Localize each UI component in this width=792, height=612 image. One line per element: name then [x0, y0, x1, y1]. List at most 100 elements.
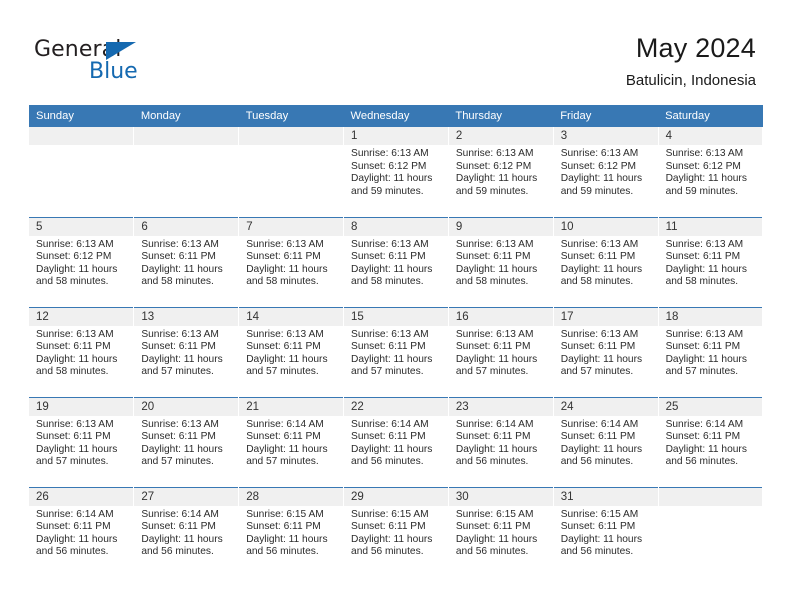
daylight-text-line1: Daylight: 11 hours	[36, 443, 118, 455]
day-number-band	[134, 127, 238, 145]
calendar-cell-day-20[interactable]: 20 Sunrise: 6:13 AM Sunset: 6:11 PM Dayligh…	[133, 396, 240, 487]
calendar-cell-day-15[interactable]: 15 Sunrise: 6:13 AM Sunset: 6:11 PM Dayligh…	[343, 306, 449, 397]
day-details: Sunrise: 6:15 AM Sunset: 6:11 PM Daylight:…	[449, 506, 552, 559]
calendar-cell-day-11[interactable]: 11 Sunrise: 6:13 AM Sunset: 6:11 PM Dayligh…	[658, 216, 764, 307]
sunrise-text: Sunrise: 6:13 AM	[665, 328, 744, 340]
daylight-text-line2: and 58 minutes.	[36, 366, 109, 378]
weekday-header-tuesday: Tuesday	[238, 105, 344, 127]
day-details: Sunrise: 6:13 AM Sunset: 6:11 PM Daylight:…	[29, 326, 133, 379]
daylight-text-line2: and 57 minutes.	[246, 366, 319, 378]
calendar-cell-day-18[interactable]: 18 Sunrise: 6:13 AM Sunset: 6:11 PM Dayligh…	[658, 306, 764, 397]
weekday-header-saturday: Saturday	[658, 105, 763, 127]
calendar-cell-day-25[interactable]: 25 Sunrise: 6:14 AM Sunset: 6:11 PM Dayligh…	[658, 396, 764, 487]
day-number-band	[239, 127, 343, 145]
logo-text-blue: Blue	[89, 59, 138, 84]
page-title: May 2024	[635, 33, 756, 63]
calendar-cell-day-22[interactable]: 22 Sunrise: 6:14 AM Sunset: 6:11 PM Dayligh…	[343, 396, 449, 487]
day-number: 11	[658, 218, 762, 236]
daylight-text-line1: Daylight: 11 hours	[665, 173, 747, 185]
day-details: Sunrise: 6:13 AM Sunset: 6:11 PM Daylight:…	[134, 236, 237, 289]
calendar-cell-day-2[interactable]: 2 Sunrise: 6:13 AM Sunset: 6:12 PM Daylight…	[448, 127, 554, 217]
sunset-text: Sunset: 6:11 PM	[455, 341, 531, 353]
sunset-text: Sunset: 6:12 PM	[36, 251, 112, 263]
sunset-text: Sunset: 6:12 PM	[455, 160, 532, 172]
sunset-text: Sunset: 6:11 PM	[560, 251, 636, 263]
calendar-cell-day-6[interactable]: 6 Sunrise: 6:13 AM Sunset: 6:11 PM Daylight…	[133, 216, 240, 307]
calendar-cell-day-16[interactable]: 16 Sunrise: 6:13 AM Sunset: 6:11 PM Dayligh…	[448, 306, 554, 397]
daylight-text-line1: Daylight: 11 hours	[141, 353, 223, 365]
sunrise-text: Sunrise: 6:13 AM	[141, 418, 219, 430]
cell-inner: 26 Sunrise: 6:14 AM Sunset: 6:11 PM Dayligh…	[29, 488, 133, 577]
day-details: Sunrise: 6:13 AM Sunset: 6:11 PM Daylight:…	[239, 236, 342, 289]
calendar-cell-day-4[interactable]: 4 Sunrise: 6:13 AM Sunset: 6:12 PM Daylight…	[658, 127, 764, 217]
calendar-cell-day-8[interactable]: 8 Sunrise: 6:13 AM Sunset: 6:11 PM Daylight…	[343, 216, 449, 307]
calendar-cell-day-29[interactable]: 29 Sunrise: 6:15 AM Sunset: 6:11 PM Dayligh…	[343, 486, 449, 577]
sunset-text: Sunset: 6:11 PM	[455, 521, 531, 533]
calendar-cell-day-23[interactable]: 23 Sunrise: 6:14 AM Sunset: 6:11 PM Dayligh…	[448, 396, 554, 487]
cell-inner: 8 Sunrise: 6:13 AM Sunset: 6:11 PM Daylight…	[344, 218, 448, 307]
daylight-text-line1: Daylight: 11 hours	[560, 443, 643, 455]
sunrise-text: Sunrise: 6:15 AM	[351, 508, 429, 520]
daylight-text-line1: Daylight: 11 hours	[560, 533, 643, 545]
calendar-cell-day-31[interactable]: 31 Sunrise: 6:15 AM Sunset: 6:11 PM Dayligh…	[553, 486, 659, 577]
cell-inner	[29, 127, 133, 217]
sunset-text: Sunset: 6:11 PM	[36, 431, 111, 443]
calendar-week-row: 26 Sunrise: 6:14 AM Sunset: 6:11 PM Dayligh…	[29, 486, 764, 577]
calendar-cell-day-19[interactable]: 19 Sunrise: 6:13 AM Sunset: 6:11 PM Dayligh…	[29, 396, 135, 487]
calendar-cell-day-27[interactable]: 27 Sunrise: 6:14 AM Sunset: 6:11 PM Dayligh…	[133, 486, 240, 577]
day-details: Sunrise: 6:13 AM Sunset: 6:11 PM Daylight:…	[449, 326, 552, 379]
sunrise-text: Sunrise: 6:13 AM	[36, 418, 114, 430]
sunrise-text: Sunrise: 6:13 AM	[36, 328, 114, 340]
calendar-cell-day-5[interactable]: 5 Sunrise: 6:13 AM Sunset: 6:12 PM Daylight…	[29, 216, 135, 307]
daylight-text-line1: Daylight: 11 hours	[351, 173, 433, 185]
calendar-cell-day-9[interactable]: 9 Sunrise: 6:13 AM Sunset: 6:11 PM Daylight…	[448, 216, 554, 307]
sunset-text: Sunset: 6:11 PM	[560, 341, 636, 353]
cell-inner: 21 Sunrise: 6:14 AM Sunset: 6:11 PM Dayligh…	[239, 398, 343, 487]
calendar-body: 1 Sunrise: 6:13 AM Sunset: 6:12 PM Daylight…	[29, 127, 764, 577]
calendar-cell-day-10[interactable]: 10 Sunrise: 6:13 AM Sunset: 6:11 PM Dayligh…	[553, 216, 659, 307]
daylight-text-line2: and 56 minutes.	[455, 456, 529, 468]
daylight-text-line1: Daylight: 11 hours	[246, 533, 328, 545]
cell-inner: 16 Sunrise: 6:13 AM Sunset: 6:11 PM Dayligh…	[448, 308, 553, 397]
calendar-cell-day-30[interactable]: 30 Sunrise: 6:15 AM Sunset: 6:11 PM Dayligh…	[448, 486, 554, 577]
calendar-cell-empty	[238, 127, 345, 217]
sunset-text: Sunset: 6:11 PM	[141, 341, 216, 353]
calendar-cell-day-14[interactable]: 14 Sunrise: 6:13 AM Sunset: 6:11 PM Dayligh…	[238, 306, 345, 397]
daylight-text-line1: Daylight: 11 hours	[560, 263, 643, 275]
sunrise-text: Sunrise: 6:15 AM	[455, 508, 534, 520]
calendar-cell-day-7[interactable]: 7 Sunrise: 6:13 AM Sunset: 6:11 PM Daylight…	[238, 216, 345, 307]
calendar-cell-day-24[interactable]: 24 Sunrise: 6:14 AM Sunset: 6:11 PM Dayligh…	[553, 396, 659, 487]
cell-inner: 2 Sunrise: 6:13 AM Sunset: 6:12 PM Daylight…	[448, 127, 553, 217]
daylight-text-line1: Daylight: 11 hours	[141, 263, 223, 275]
sunrise-text: Sunrise: 6:14 AM	[36, 508, 114, 520]
daylight-text-line1: Daylight: 11 hours	[455, 533, 538, 545]
calendar-week-row: 12 Sunrise: 6:13 AM Sunset: 6:11 PM Dayligh…	[29, 306, 764, 397]
general-blue-logo[interactable]: General Blue	[34, 38, 214, 86]
sunset-text: Sunset: 6:11 PM	[36, 341, 111, 353]
calendar-cell-day-17[interactable]: 17 Sunrise: 6:13 AM Sunset: 6:11 PM Dayligh…	[553, 306, 659, 397]
daylight-text-line1: Daylight: 11 hours	[560, 353, 643, 365]
calendar-cell-day-21[interactable]: 21 Sunrise: 6:14 AM Sunset: 6:11 PM Dayligh…	[238, 396, 345, 487]
day-number: 18	[658, 308, 762, 326]
day-number: 25	[658, 398, 762, 416]
sunrise-text: Sunrise: 6:14 AM	[351, 418, 429, 430]
calendar-cell-day-13[interactable]: 13 Sunrise: 6:13 AM Sunset: 6:11 PM Dayligh…	[133, 306, 240, 397]
daylight-text-line2: and 59 minutes.	[560, 185, 634, 197]
weekday-header-friday: Friday	[553, 105, 659, 127]
calendar-cell-day-1[interactable]: 1 Sunrise: 6:13 AM Sunset: 6:12 PM Daylight…	[343, 127, 449, 217]
calendar-cell-day-26[interactable]: 26 Sunrise: 6:14 AM Sunset: 6:11 PM Dayligh…	[29, 486, 135, 577]
day-details: Sunrise: 6:14 AM Sunset: 6:11 PM Daylight:…	[659, 416, 762, 469]
calendar-week-row: 5 Sunrise: 6:13 AM Sunset: 6:12 PM Daylight…	[29, 216, 764, 307]
calendar-cell-day-12[interactable]: 12 Sunrise: 6:13 AM Sunset: 6:11 PM Dayligh…	[29, 306, 135, 397]
sunset-text: Sunset: 6:11 PM	[141, 251, 216, 263]
daylight-text-line1: Daylight: 11 hours	[351, 443, 433, 455]
sunset-text: Sunset: 6:11 PM	[246, 251, 321, 263]
calendar-cell-day-28[interactable]: 28 Sunrise: 6:15 AM Sunset: 6:11 PM Dayligh…	[238, 486, 345, 577]
day-details: Sunrise: 6:13 AM Sunset: 6:11 PM Daylight:…	[659, 326, 762, 379]
calendar-cell-day-3[interactable]: 3 Sunrise: 6:13 AM Sunset: 6:12 PM Daylight…	[553, 127, 659, 217]
cell-inner: 7 Sunrise: 6:13 AM Sunset: 6:11 PM Daylight…	[239, 218, 343, 307]
triangle-icon	[106, 42, 136, 60]
cell-inner: 9 Sunrise: 6:13 AM Sunset: 6:11 PM Daylight…	[448, 218, 553, 307]
calendar-cell-empty	[658, 486, 764, 577]
daylight-text-line2: and 56 minutes.	[351, 456, 424, 468]
